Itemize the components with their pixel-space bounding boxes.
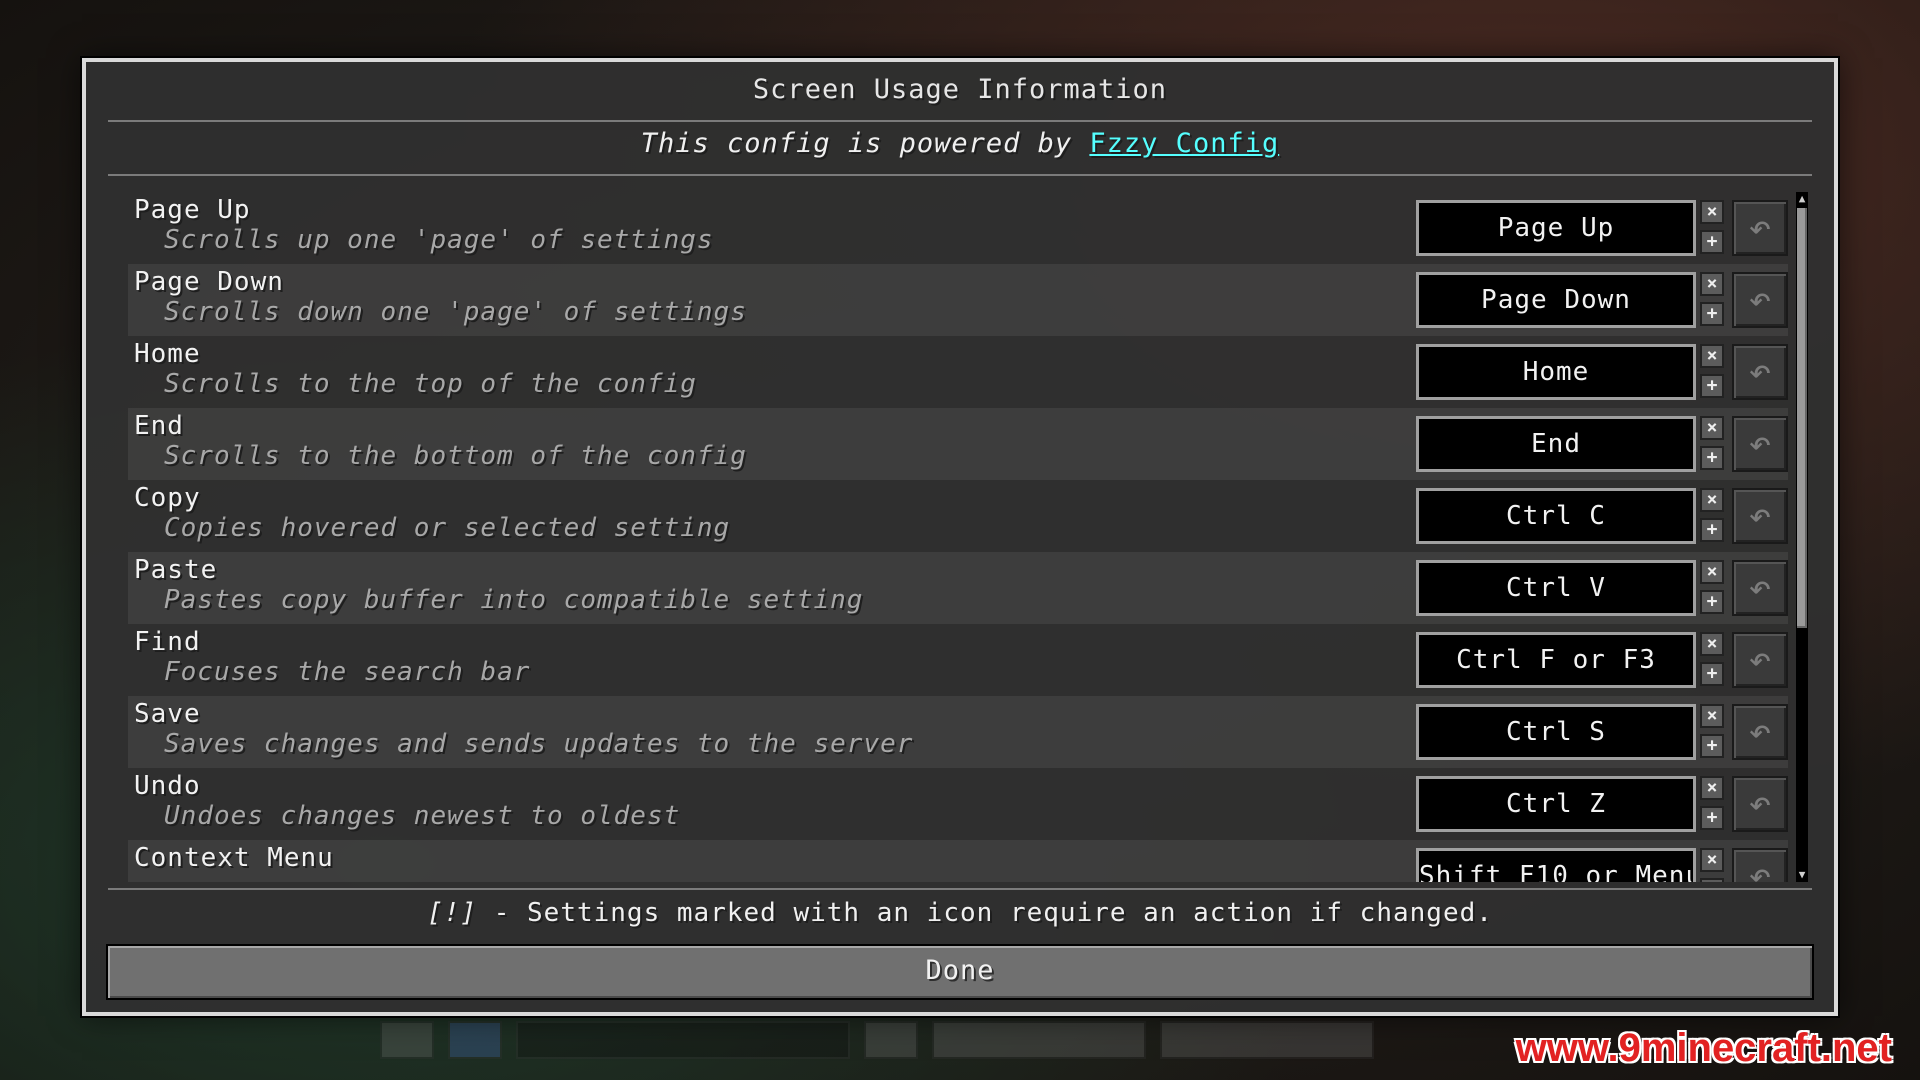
scrollbar-thumb[interactable]: [1797, 208, 1807, 628]
setting-name: Page Up: [134, 195, 251, 225]
setting-description: Copies hovered or selected setting: [164, 513, 731, 543]
reset-keybind-icon[interactable]: ↶: [1732, 560, 1788, 616]
screen-usage-dialog: Screen Usage Information This config is …: [82, 58, 1838, 1016]
reset-keybind-icon[interactable]: ↶: [1732, 848, 1788, 882]
reset-keybind-icon[interactable]: ↶: [1732, 416, 1788, 472]
setting-description: Undoes changes newest to oldest: [164, 801, 681, 831]
clear-keybind-x-icon[interactable]: ×: [1700, 416, 1724, 440]
keybind-button[interactable]: Shift F10 or Menu: [1416, 848, 1696, 882]
reset-keybind-icon[interactable]: ↶: [1732, 776, 1788, 832]
setting-name: Copy: [134, 483, 201, 513]
keybind-button[interactable]: Home: [1416, 344, 1696, 400]
footer-note: [!] - Settings marked with an icon requi…: [86, 898, 1834, 928]
add-keybind-plus-icon[interactable]: +: [1700, 518, 1724, 542]
keybind-button[interactable]: Ctrl Z: [1416, 776, 1696, 832]
keybind-button[interactable]: Ctrl C: [1416, 488, 1696, 544]
setting-description: Pastes copy buffer into compatible setti…: [164, 585, 864, 615]
done-button[interactable]: Done: [106, 944, 1814, 1000]
keybind-row: Page Down Scrolls down one 'page' of sett…: [128, 264, 1788, 336]
keybind-row: Find Focuses the search bar Ctrl F or F3 × +…: [128, 624, 1788, 696]
add-keybind-plus-icon[interactable]: +: [1700, 302, 1724, 326]
fzzy-config-link[interactable]: Fzzy Config: [1089, 128, 1279, 159]
setting-description: Scrolls up one 'page' of settings: [164, 225, 714, 255]
add-keybind-plus-icon[interactable]: +: [1700, 374, 1724, 398]
powered-by-line: This config is powered by Fzzy Config: [86, 128, 1834, 159]
keybind-button[interactable]: Ctrl F or F3: [1416, 632, 1696, 688]
keybind-row: Context Menu Shift F10 or Menu× + ↶: [128, 840, 1788, 882]
clear-keybind-x-icon[interactable]: ×: [1700, 488, 1724, 512]
scroll-down-arrow-icon[interactable]: ▼: [1796, 868, 1808, 882]
setting-name: Undo: [134, 771, 201, 801]
clear-keybind-x-icon[interactable]: ×: [1700, 776, 1724, 800]
setting-name: Context Menu: [134, 843, 334, 873]
divider: [108, 888, 1812, 890]
keybind-list[interactable]: Page Up Scrolls up one 'page' of settings…: [128, 192, 1788, 882]
clear-keybind-x-icon[interactable]: ×: [1700, 200, 1724, 224]
keybind-row: Home Scrolls to the top of the config Home…: [128, 336, 1788, 408]
divider: [108, 174, 1812, 176]
setting-description: Scrolls to the bottom of the config: [164, 441, 747, 471]
setting-name: Paste: [134, 555, 218, 585]
keybind-row: End Scrolls to the bottom of the config En…: [128, 408, 1788, 480]
add-keybind-plus-icon[interactable]: +: [1700, 734, 1724, 758]
reset-keybind-icon[interactable]: ↶: [1732, 632, 1788, 688]
clear-keybind-x-icon[interactable]: ×: [1700, 344, 1724, 368]
action-required-icon: [!]: [427, 898, 478, 928]
divider: [108, 120, 1812, 122]
keybind-row: Page Up Scrolls up one 'page' of settings…: [128, 192, 1788, 264]
reset-keybind-icon[interactable]: ↶: [1732, 704, 1788, 760]
reset-keybind-icon[interactable]: ↶: [1732, 344, 1788, 400]
keybind-row: Undo Undoes changes newest to oldest Ctrl …: [128, 768, 1788, 840]
add-keybind-plus-icon[interactable]: +: [1700, 446, 1724, 470]
reset-keybind-icon[interactable]: ↶: [1732, 200, 1788, 256]
clear-keybind-x-icon[interactable]: ×: [1700, 272, 1724, 296]
keybind-button[interactable]: Page Down: [1416, 272, 1696, 328]
dialog-title: Screen Usage Information: [752, 74, 1168, 105]
scroll-up-arrow-icon[interactable]: ▲: [1796, 192, 1808, 206]
keybind-row: Copy Copies hovered or selected setting Ct…: [128, 480, 1788, 552]
setting-name: Find: [134, 627, 201, 657]
setting-name: Page Down: [134, 267, 284, 297]
keybind-button[interactable]: Page Up: [1416, 200, 1696, 256]
clear-keybind-x-icon[interactable]: ×: [1700, 560, 1724, 584]
setting-description: Scrolls to the top of the config: [164, 369, 697, 399]
clear-keybind-x-icon[interactable]: ×: [1700, 848, 1724, 872]
keybind-row: Paste Pastes copy buffer into compatible …: [128, 552, 1788, 624]
setting-description: Scrolls down one 'page' of settings: [164, 297, 747, 327]
clear-keybind-x-icon[interactable]: ×: [1700, 704, 1724, 728]
setting-description: Saves changes and sends updates to the s…: [164, 729, 914, 759]
add-keybind-plus-icon[interactable]: +: [1700, 230, 1724, 254]
clear-keybind-x-icon[interactable]: ×: [1700, 632, 1724, 656]
setting-name: Save: [134, 699, 201, 729]
add-keybind-plus-icon[interactable]: +: [1700, 806, 1724, 830]
keybind-button[interactable]: Ctrl S: [1416, 704, 1696, 760]
add-keybind-plus-icon[interactable]: +: [1700, 590, 1724, 614]
keybind-button[interactable]: End: [1416, 416, 1696, 472]
add-keybind-plus-icon[interactable]: +: [1700, 878, 1724, 882]
reset-keybind-icon[interactable]: ↶: [1732, 272, 1788, 328]
keybind-button[interactable]: Ctrl V: [1416, 560, 1696, 616]
setting-name: Home: [134, 339, 201, 369]
background-toolbar: [380, 1018, 1540, 1062]
setting-name: End: [134, 411, 184, 441]
footer-note-text: - Settings marked with an icon require a…: [477, 898, 1493, 928]
setting-description: Focuses the search bar: [164, 657, 531, 687]
keybind-row: Save Saves changes and sends updates to t…: [128, 696, 1788, 768]
reset-keybind-icon[interactable]: ↶: [1732, 488, 1788, 544]
powered-by-text: This config is powered by: [640, 128, 1090, 159]
watermark-text: www.9minecraft.net: [1515, 1026, 1892, 1070]
add-keybind-plus-icon[interactable]: +: [1700, 662, 1724, 686]
scrollbar[interactable]: ▲ ▼: [1796, 192, 1808, 882]
